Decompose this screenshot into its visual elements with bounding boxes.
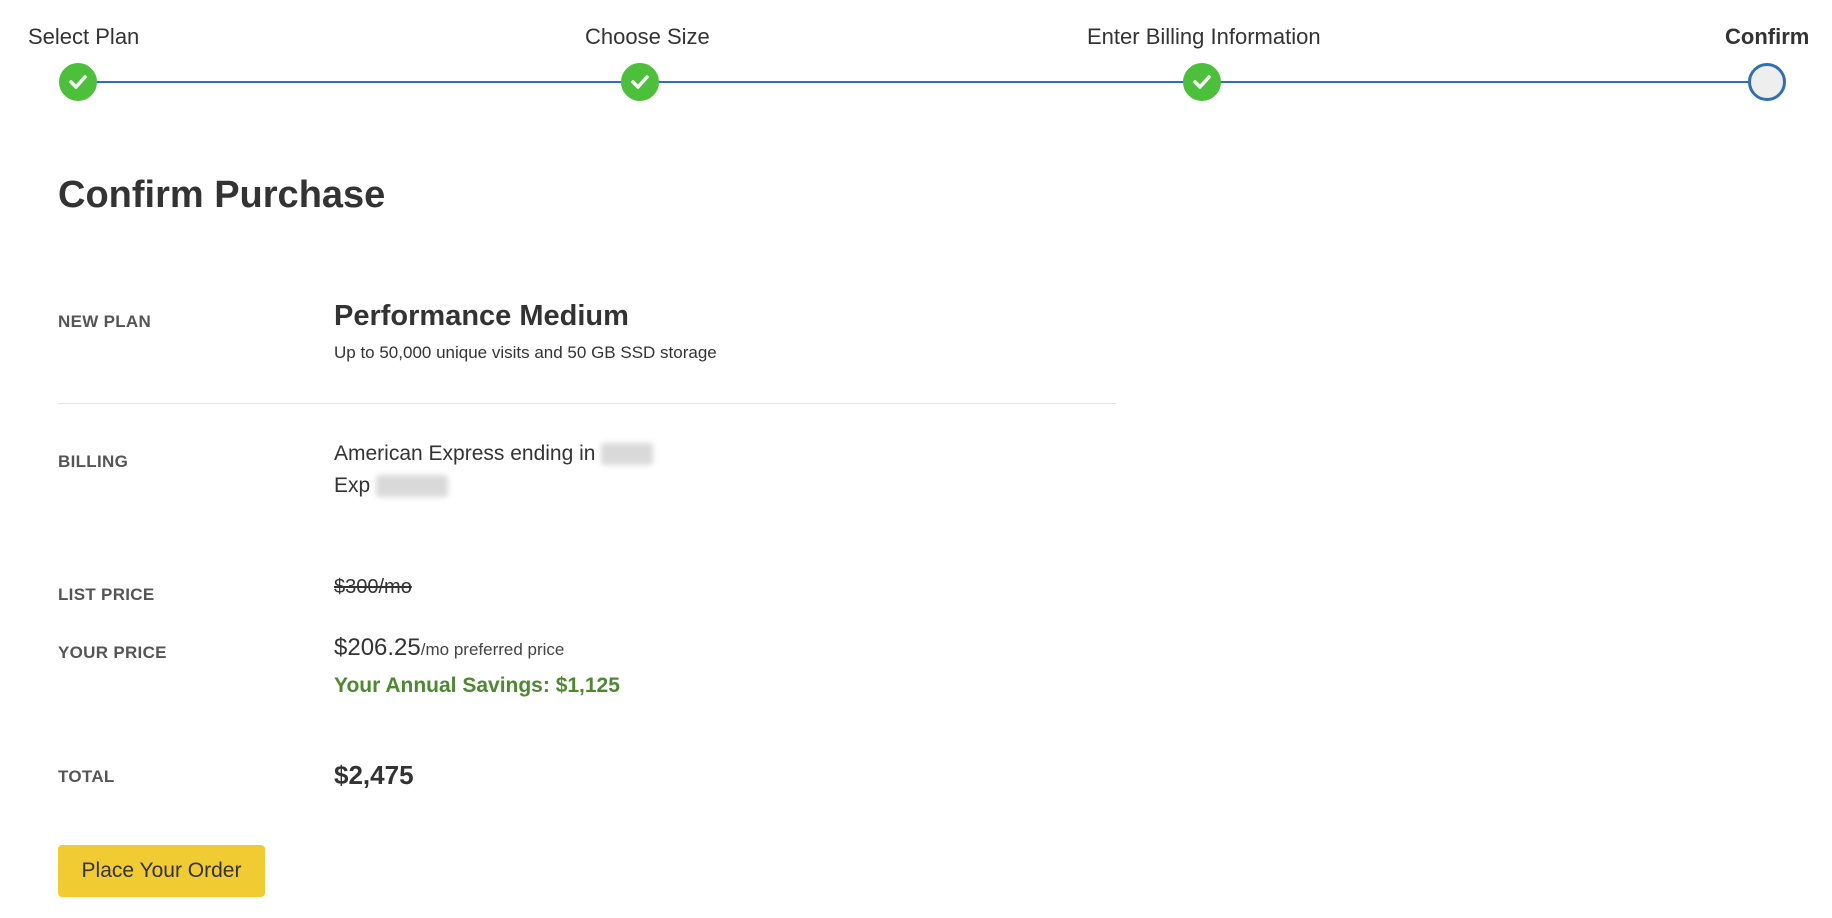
list-price: $300/mo [334,576,412,598]
step-label-select-plan: Select Plan [28,24,140,49]
card-description: American Express ending in [334,442,596,465]
page-title: Confirm Purchase [58,174,386,216]
section-divider [58,403,1116,404]
checkmark-icon [631,75,649,89]
step-current-indicator [1748,63,1786,101]
new-plan-label: NEW PLAN [58,312,152,331]
billing-label: BILLING [58,452,129,471]
redacted-expiration-date [376,475,449,498]
place-order-button[interactable]: Place Your Order [58,845,265,897]
total-label: TOTAL [58,767,115,786]
your-price-suffix: /mo preferred price [420,640,565,659]
expiration-prefix: Exp [334,474,371,497]
checkmark-icon [1193,75,1211,89]
plan-description: Up to 50,000 unique visits and 50 GB SSD… [334,343,717,362]
billing-expiration: Exp [334,474,449,498]
billing-card: American Express ending in [334,442,654,466]
annual-savings: Your Annual Savings: $1,125 [334,674,620,697]
step-label-choose-size: Choose Size [585,24,710,49]
stepper-progress-line [78,81,1770,83]
your-price: $206.25/mo preferred price [334,634,564,662]
list-price-label: LIST PRICE [58,585,155,604]
plan-name: Performance Medium [334,300,629,332]
redacted-card-digits [601,443,654,466]
step-label-enter-billing: Enter Billing Information [1087,24,1321,49]
total-value: $2,475 [334,760,414,790]
your-price-label: YOUR PRICE [58,643,167,662]
step-complete-icon [1183,63,1221,101]
your-price-amount: $206.25 [334,634,421,661]
step-label-confirm: Confirm [1725,24,1810,49]
checkout-stepper: Select Plan Choose Size Enter Billing In… [0,0,1832,110]
checkmark-icon [69,75,87,89]
step-complete-icon [59,63,97,101]
step-complete-icon [621,63,659,101]
